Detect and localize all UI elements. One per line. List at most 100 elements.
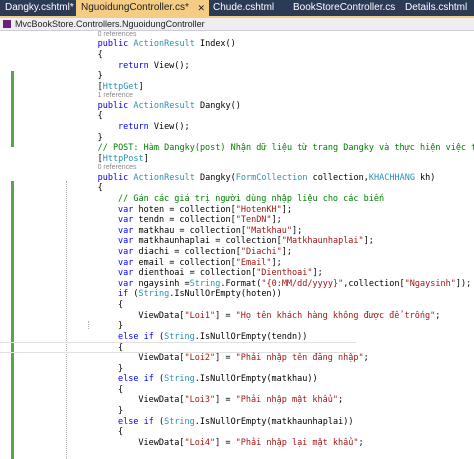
code-token: ] = [215, 310, 236, 321]
code-token: } [97, 132, 103, 143]
code-line: ViewData["Loi3"] = "Phải nhập mật khẩu"; [0, 395, 474, 406]
code-token: collection, [307, 172, 369, 183]
string-token: "Ngaysinh" [404, 278, 456, 289]
code-lens-reference[interactable]: 1 reference [0, 92, 474, 100]
code-line: } [0, 406, 474, 417]
class-path-dropdown[interactable]: MvcBookStore.Controllers.NguoidungContro… [15, 18, 205, 30]
string-token: "Loi1" [184, 310, 216, 321]
keyword-token: public [97, 39, 134, 50]
code-token: ] = [215, 395, 236, 406]
code-token: { [118, 300, 124, 310]
code-line: public ActionResult Dangky() [0, 101, 474, 112]
tab-chude-cshtml[interactable]: Chude.cshtml [208, 0, 291, 16]
code-editor[interactable]: 0 references public ActionResult Index(){… [0, 31, 474, 459]
code-line: } [0, 133, 474, 144]
keyword-token: var [118, 236, 139, 247]
code-token: .IsNullOrEmpty(matkhaunhaplai)) [194, 416, 354, 427]
string-token: "Matkhau" [245, 225, 293, 236]
type-token: ActionResult [133, 100, 195, 111]
comment-token: // Gán các giá trị người dùng nhập liệu … [118, 194, 385, 204]
type-token: HttpPost [102, 153, 144, 164]
code-token: kh) [414, 172, 436, 183]
code-line: else if (String.IsNullOrEmpty(matkhau)) [0, 374, 474, 385]
code-token: ]); [455, 278, 472, 289]
code-line: [HttpPost] [0, 154, 474, 165]
code-token: Dangky( [194, 172, 236, 183]
keyword-token: else if [118, 374, 159, 385]
code-line: return View(); [0, 122, 474, 133]
tab-label: NguoidungController.cs* [81, 2, 189, 13]
tab-details-cshtml[interactable]: Details.cshtml [400, 0, 474, 16]
keyword-token: return [118, 60, 154, 71]
code-token: { [97, 50, 103, 60]
code-token: Index() [194, 39, 236, 50]
code-line: [HttpGet] [0, 82, 474, 93]
string-token: "{0:MM/dd/yyyy}" [261, 278, 344, 289]
keyword-token: else if [118, 331, 159, 342]
keyword-token: var [118, 215, 139, 226]
comment-token: // POST: Hàm Dangky(post) Nhận dữ liệu t… [97, 143, 474, 154]
tab-dangky-cshtml[interactable]: Dangky.cshtml* [0, 0, 78, 16]
code-token: ; [435, 310, 441, 321]
code-token: Dangky() [194, 100, 241, 111]
tab-nguoidungcontroller-cs[interactable]: NguoidungController.cs* ✕ [76, 0, 209, 16]
code-line: if (String.IsNullOrEmpty(hoten)) [0, 289, 474, 300]
code-token: tendn = collection[ [138, 215, 236, 226]
reference-count[interactable]: 1 reference [98, 92, 133, 99]
code-line: } [0, 364, 474, 375]
code-token: { [118, 343, 124, 354]
code-line: { [0, 385, 474, 396]
code-line: var hoten = collection["HotenKH"]; [0, 205, 474, 216]
tab-bookstorecontroller-cs[interactable]: BookStoreController.cs [288, 0, 403, 16]
code-lens-reference[interactable]: 0 references [0, 31, 474, 39]
code-token: ; [363, 353, 369, 363]
code-token: .Format( [220, 278, 262, 289]
reference-count[interactable]: 0 references [98, 31, 137, 38]
code-token: View(); [153, 60, 190, 71]
close-icon[interactable]: ✕ [197, 0, 205, 16]
string-token: "Diachi" [240, 247, 282, 257]
code-line: // Gán các giá trị người dùng nhập liệu … [0, 194, 474, 205]
code-token: ]; [281, 247, 293, 257]
code-token: View(); [153, 122, 190, 132]
string-token: "Phải nhập lại mật khẩu" [235, 437, 359, 448]
code-token: } [118, 363, 124, 374]
code-token: matkhaunhaplai = collection[ [138, 236, 282, 247]
keyword-token: return [118, 122, 154, 132]
keyword-token: else if [118, 416, 159, 427]
code-token: ]; [312, 268, 323, 279]
string-token: "Phải nhập mật khẩu" [235, 395, 339, 406]
navigation-bar[interactable]: MvcBookStore.Controllers.NguoidungContro… [0, 18, 474, 31]
code-line: { [0, 427, 474, 438]
code-token: ViewData[ [138, 310, 185, 321]
class-icon [3, 20, 11, 28]
code-token: diachi = collection[ [138, 247, 241, 257]
code-token: { [118, 427, 124, 438]
code-token: email = collection[ [138, 257, 236, 268]
type-token: String [164, 416, 195, 427]
code-lens-reference[interactable]: 0 references [0, 164, 474, 172]
code-token: { [97, 183, 103, 194]
code-token: ,collection[ [343, 278, 405, 289]
code-token: ; [338, 395, 344, 406]
tab-label: Details.cshtml [405, 2, 468, 13]
string-token: "Email" [235, 257, 272, 268]
reference-count[interactable]: 0 references [98, 164, 137, 171]
keyword-token: if [118, 289, 134, 300]
type-token: FormCollection [235, 172, 308, 183]
code-token: ngaysinh = [138, 278, 190, 289]
type-token: String [164, 374, 195, 385]
code-token: hoten = collection[ [138, 204, 236, 215]
keyword-token: var [118, 204, 139, 215]
code-line: var dienthoai = collection["Dienthoai"]; [0, 268, 474, 279]
string-token: "Loi4" [184, 437, 216, 448]
code-line: } [0, 321, 474, 332]
keyword-token: var [118, 225, 139, 236]
tab-label: Dangky.cshtml* [5, 2, 74, 13]
keyword-token: public [97, 100, 134, 111]
code-token: ; [358, 437, 364, 448]
code-token: matkhau = collection[ [138, 225, 246, 236]
code-line: // POST: Hàm Dangky(post) Nhận dữ liệu t… [0, 143, 474, 154]
code-line: var matkhau = collection["Matkhau"]; [0, 226, 474, 237]
code-token: ViewData[ [138, 353, 185, 363]
